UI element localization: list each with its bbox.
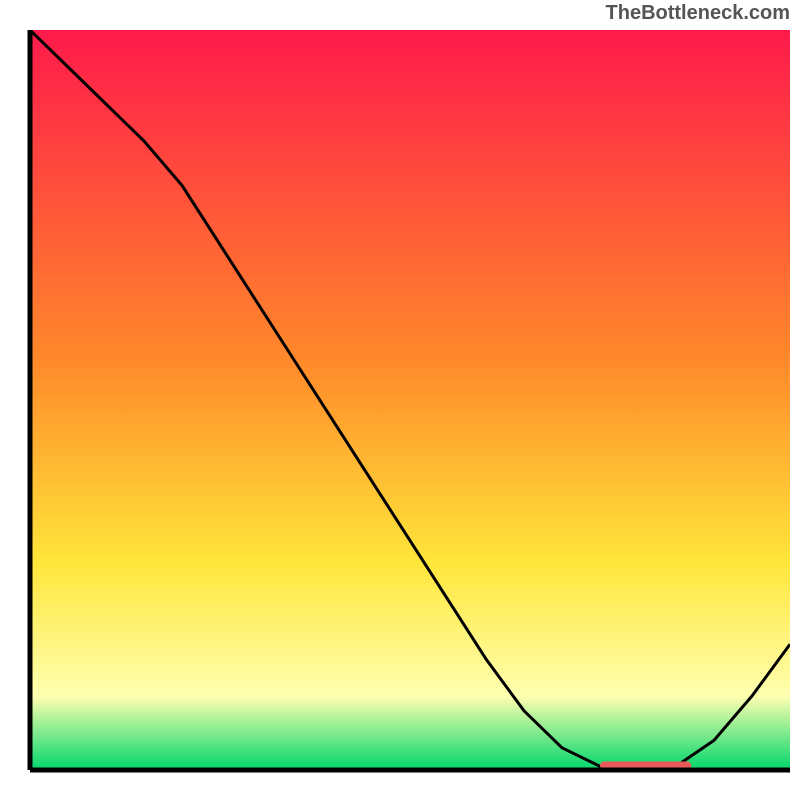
chart-container: TheBottleneck.com	[0, 0, 800, 800]
bottleneck-chart	[0, 0, 800, 800]
